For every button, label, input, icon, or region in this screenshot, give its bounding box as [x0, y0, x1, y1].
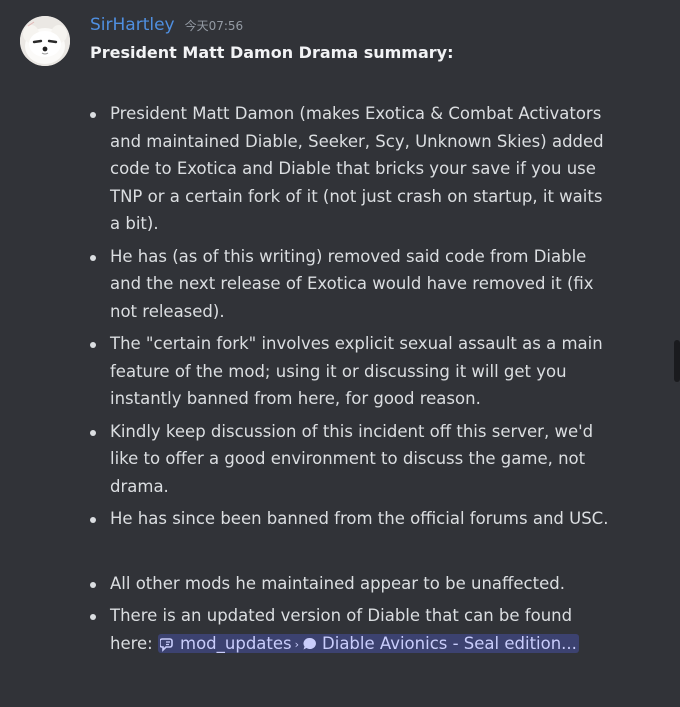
list-item: He has (as of this writing) removed said…	[90, 243, 610, 326]
list-item: He has since been banned from the offici…	[90, 505, 610, 533]
message-title: President Matt Damon Drama summary:	[90, 43, 454, 62]
chat-message: SirHartley 今天07:56 President Matt Damon …	[0, 0, 680, 707]
thread-name: Diable Avionics - Seal edition...	[322, 633, 577, 653]
avatar-image	[20, 16, 70, 66]
thread-icon	[302, 633, 318, 661]
list-item: The "certain fork" involves explicit sex…	[90, 330, 610, 413]
list-item: Kindly keep discussion of this incident …	[90, 418, 610, 501]
username[interactable]: SirHartley	[90, 15, 175, 35]
chevron-right-icon: ›	[294, 637, 300, 651]
channel-link[interactable]: mod_updates › Diable Avionics - Seal editi…	[158, 633, 579, 653]
list-item: All other mods he maintained appear to b…	[90, 570, 610, 598]
avatar[interactable]	[20, 16, 70, 66]
list-item-with-link: There is an updated version of Diable th…	[90, 602, 610, 660]
bullet-list: President Matt Damon (makes Exotica & Co…	[90, 100, 610, 665]
scrollbar[interactable]	[674, 340, 680, 382]
forum-icon	[159, 633, 176, 661]
message-header: SirHartley 今天07:56	[90, 15, 243, 41]
channel-name: mod_updates	[180, 633, 292, 653]
list-item: President Matt Damon (makes Exotica & Co…	[90, 100, 610, 238]
timestamp: 今天07:56	[184, 19, 244, 33]
